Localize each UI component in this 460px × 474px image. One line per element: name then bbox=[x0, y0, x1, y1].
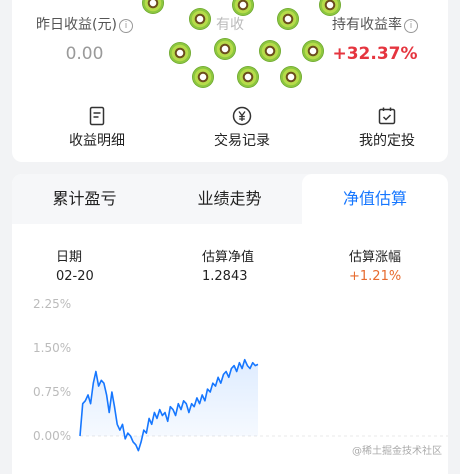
tab-bar: 累计盈亏 业绩走势 净值估算 bbox=[12, 174, 448, 224]
kiwi-icon bbox=[259, 40, 281, 62]
y-tick-label: 0.75% bbox=[33, 385, 71, 399]
estimate-change: 估算涨幅 +1.21% bbox=[349, 246, 401, 284]
summary-card: 昨日收益(元) i 0.00 有收 持有收益率 i +32.37% 收益明细 交易记… bbox=[12, 0, 448, 162]
kiwi-icon bbox=[214, 38, 236, 60]
holding-income[interactable]: 有收 bbox=[162, 14, 298, 34]
estimate-change-label: 估算涨幅 bbox=[349, 250, 402, 265]
estimate-nav: 估算净值 1.2843 bbox=[202, 246, 254, 284]
kiwi-icon bbox=[192, 66, 214, 88]
estimate-date: 日期 02-20 bbox=[56, 246, 94, 284]
trade-record-button[interactable]: 交易记录 bbox=[182, 106, 302, 150]
estimate-nav-label: 估算净值 bbox=[202, 250, 255, 265]
my-plan-label: 我的定投 bbox=[359, 133, 415, 149]
estimate-date-label: 日期 bbox=[56, 250, 83, 265]
kiwi-icon bbox=[237, 66, 259, 88]
income-detail-button[interactable]: 收益明细 bbox=[37, 106, 157, 150]
kiwi-icon bbox=[280, 66, 302, 88]
calendar-check-icon bbox=[378, 107, 396, 125]
estimate-card: 累计盈亏 业绩走势 净值估算 日期 02-20 估算净值 1.2843 估算涨幅… bbox=[12, 174, 448, 474]
tab-cumulative-pnl[interactable]: 累计盈亏 bbox=[12, 174, 157, 224]
y-tick-label: 0.00% bbox=[33, 429, 71, 443]
estimate-nav-value: 1.2843 bbox=[202, 269, 248, 284]
yesterday-income-value: 0.00 bbox=[65, 44, 104, 64]
kiwi-icon bbox=[142, 0, 164, 14]
yesterday-income-label: 昨日收益(元) i bbox=[22, 14, 147, 34]
watermark: @稀土掘金技术社区 bbox=[352, 446, 442, 457]
holding-return-rate[interactable]: 持有收益率 i +32.37% bbox=[310, 14, 440, 64]
yesterday-income[interactable]: 昨日收益(元) i 0.00 bbox=[22, 14, 147, 64]
holding-return-value: +32.37% bbox=[332, 44, 418, 64]
trade-record-label: 交易记录 bbox=[214, 133, 270, 149]
series-area bbox=[80, 359, 258, 451]
document-list-icon bbox=[89, 106, 105, 126]
estimate-date-value: 02-20 bbox=[56, 269, 94, 284]
income-detail-label: 收益明细 bbox=[69, 133, 125, 149]
tab-nav-estimate[interactable]: 净值估算 bbox=[302, 174, 448, 224]
holding-return-label: 持有收益率 i bbox=[310, 14, 440, 34]
y-tick-label: 1.50% bbox=[33, 341, 71, 355]
estimate-change-value: +1.21% bbox=[349, 269, 402, 284]
kiwi-icon bbox=[169, 42, 191, 64]
info-icon[interactable]: i bbox=[404, 19, 418, 33]
nav-estimate-chart[interactable]: 2.25% 1.50% 0.75% 0.00% bbox=[12, 286, 448, 466]
y-tick-label: 2.25% bbox=[33, 297, 71, 311]
info-icon[interactable]: i bbox=[118, 19, 133, 33]
holding-income-label: 有收 bbox=[216, 17, 244, 33]
my-plan-button[interactable]: 我的定投 bbox=[327, 106, 447, 150]
yen-circle-icon bbox=[232, 106, 252, 126]
tab-performance-trend[interactable]: 业绩走势 bbox=[157, 174, 302, 224]
